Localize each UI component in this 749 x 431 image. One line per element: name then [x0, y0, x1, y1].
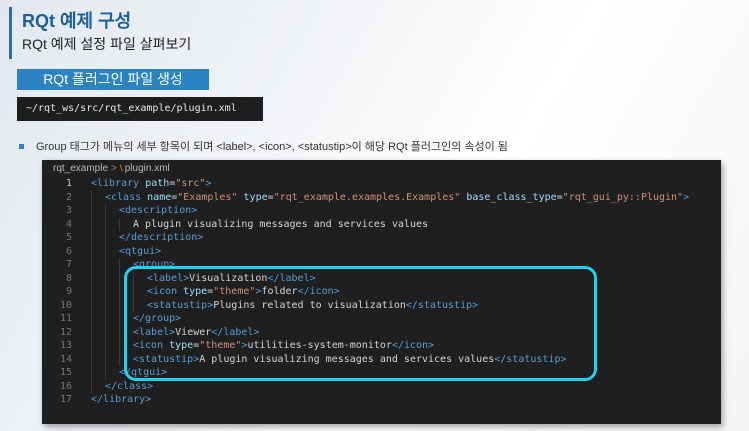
code-line[interactable]: 3 <description>	[42, 204, 721, 218]
code-token: name	[147, 191, 172, 203]
title-accent-bar	[9, 7, 12, 59]
bullet-text: Group 태그가 메뉴의 세부 항목이 되며 <label>, <icon>,…	[36, 141, 508, 153]
code-line[interactable]: 4 A plugin visualizing messages and servi…	[42, 217, 721, 231]
indent-guide	[91, 285, 105, 299]
line-number: 14	[59, 353, 72, 365]
code-token: <qtgui>	[119, 245, 162, 257]
line-number: 10	[59, 299, 72, 311]
line-code: <class name="Examples" type="rqt_example…	[91, 190, 690, 204]
indent-guide	[105, 325, 119, 339]
line-code: <qtgui>	[91, 244, 162, 258]
breadcrumb-folder[interactable]: rqt_example	[53, 163, 108, 174]
line-number: 6	[65, 245, 72, 257]
line-code: </library>	[91, 393, 151, 407]
indent-guide	[105, 366, 119, 380]
indent-guide	[105, 352, 119, 366]
line-number: 11	[59, 313, 72, 324]
indent-guide	[91, 325, 105, 339]
code-line[interactable]: 17 </library>	[42, 393, 721, 407]
code-line[interactable]: 2 <class name="Examples" type="rqt_exampl…	[42, 190, 721, 204]
line-number: 17	[59, 394, 72, 405]
indent-guide	[91, 352, 105, 366]
code-token: <class	[105, 191, 148, 203]
indent-guide	[91, 298, 105, 312]
indent-guide	[105, 312, 119, 326]
indent-guide	[91, 379, 105, 393]
breadcrumb: rqt_example > ⧵ plugin.xml	[42, 160, 721, 177]
line-number: 9	[65, 286, 72, 297]
indent-guide	[91, 312, 105, 326]
line-number: 7	[65, 259, 72, 270]
indent-guide	[105, 298, 119, 312]
line-code: </class>	[91, 379, 154, 393]
bullet-item: Group 태그가 메뉴의 세부 항목이 되며 <label>, <icon>,…	[19, 138, 508, 154]
indent-guide	[91, 339, 105, 353]
code-token: </library>	[91, 394, 152, 405]
code-token: "src"	[175, 178, 206, 189]
line-number: 3	[65, 205, 72, 216]
indent-guide	[91, 190, 105, 204]
breadcrumb-separator: >	[111, 163, 117, 174]
code-token: <description>	[119, 205, 198, 216]
indent-guide	[91, 204, 105, 218]
highlight-callout	[124, 266, 597, 381]
line-number: 2	[65, 191, 72, 203]
indent-guide	[105, 258, 119, 272]
line-number: 15	[59, 367, 72, 378]
line-number: 16	[59, 380, 72, 392]
code-token: >	[683, 191, 690, 203]
indent-guide	[91, 244, 105, 258]
line-code: <library path="src">	[91, 177, 211, 191]
indent-guide	[119, 217, 133, 231]
slide-title: RQt 예제 구성	[22, 11, 132, 31]
indent-guide	[91, 258, 105, 272]
line-code: <description>	[91, 204, 197, 218]
code-line[interactable]: 5 </description>	[42, 231, 721, 245]
indent-guide	[105, 231, 119, 245]
indent-guide	[105, 244, 119, 258]
indent-guide	[91, 271, 105, 285]
line-number: 4	[65, 218, 72, 230]
code-token: "rqt_example.examples.Examples"	[273, 191, 461, 203]
indent-guide	[105, 204, 119, 218]
line-number: 8	[65, 272, 72, 284]
code-token: "Examples"	[177, 191, 238, 203]
line-code: A plugin visualizing messages and servic…	[91, 217, 429, 231]
indent-guide	[105, 285, 119, 299]
file-path-box: ~/rqt_ws/src/rqt_example/plugin.xml	[17, 97, 263, 121]
code-token: base_class_type	[466, 191, 557, 203]
line-number: 13	[59, 340, 72, 351]
code-token: "rqt_gui_py::Plugin"	[562, 191, 684, 203]
line-code: </description>	[91, 231, 203, 245]
breadcrumb-file[interactable]: plugin.xml	[125, 163, 170, 174]
slide-subtitle: RQt 예제 설정 파일 살펴보기	[22, 36, 192, 52]
code-line[interactable]: 16 </class>	[42, 379, 721, 393]
indent-guide	[91, 217, 105, 231]
code-token: >	[205, 178, 212, 189]
code-token: </description>	[119, 232, 204, 243]
section-heading: RQt 플러그인 파일 생성	[17, 69, 209, 90]
code-token: <library	[91, 178, 146, 189]
line-number: 1	[65, 178, 72, 189]
bullet-square-icon	[19, 143, 24, 149]
indent-guide	[91, 231, 105, 245]
indent-guide	[91, 366, 105, 380]
code-token: path	[145, 178, 170, 189]
code-token: type	[243, 191, 268, 203]
line-number: 5	[65, 232, 72, 243]
code-line[interactable]: 6 <qtgui>	[42, 244, 721, 258]
code-token: </class>	[105, 380, 154, 392]
xml-file-icon: ⧵	[119, 163, 123, 173]
code-token: A plugin visualizing messages and servic…	[133, 218, 429, 230]
indent-guide	[105, 217, 119, 231]
code-line[interactable]: 1 <library path="src">	[42, 177, 721, 191]
line-number: 12	[59, 326, 72, 338]
indent-guide	[105, 271, 119, 285]
indent-guide	[105, 339, 119, 353]
